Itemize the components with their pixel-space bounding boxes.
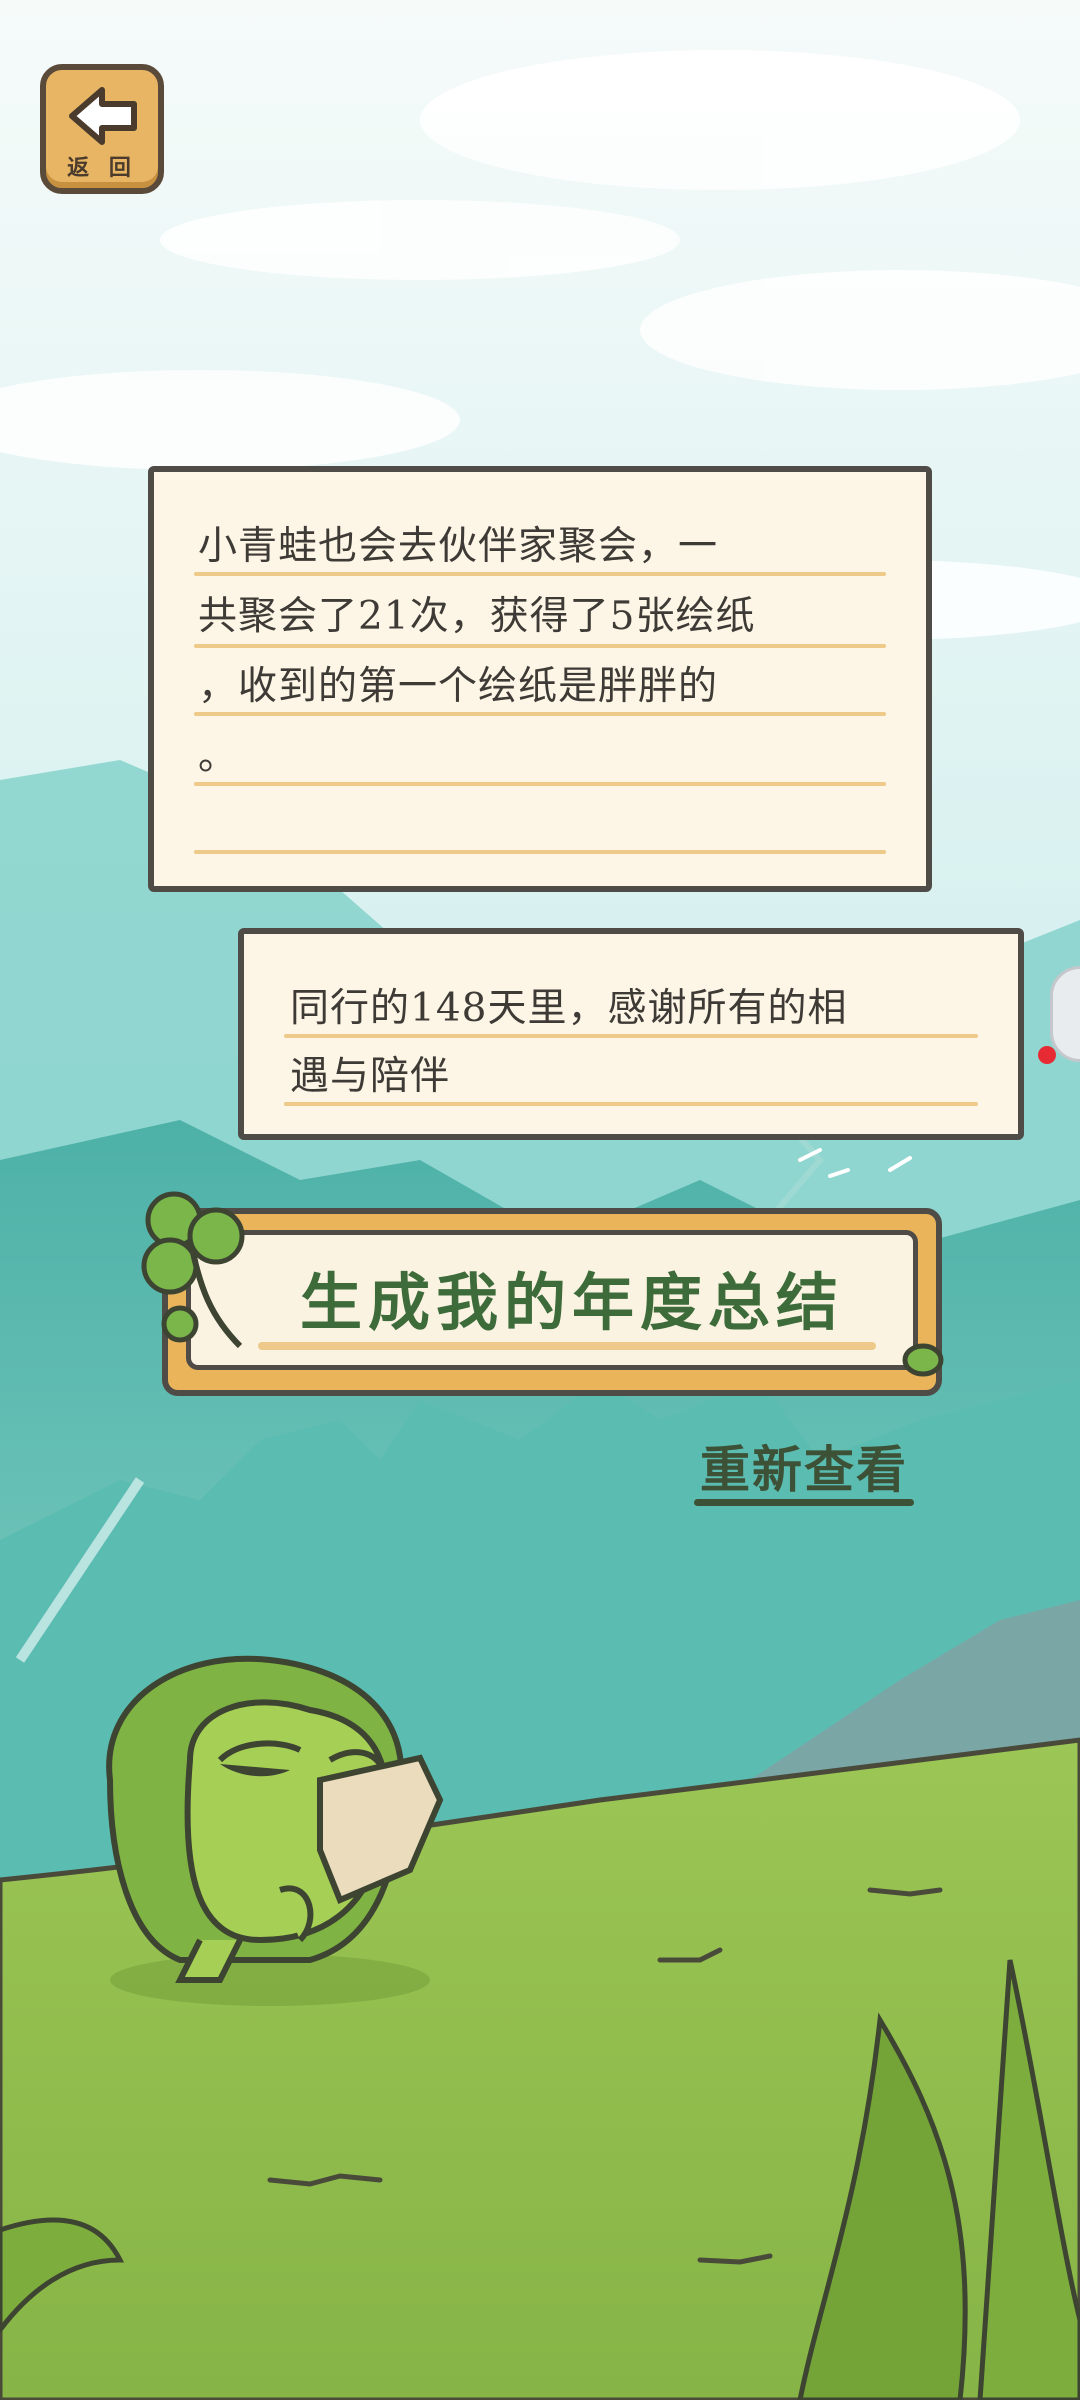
clover-icon (141, 1191, 245, 1349)
recheck-underline (694, 1499, 914, 1506)
thanks-line-2: 遇与陪伴 (290, 1054, 451, 1099)
generate-summary-label: 生成我的年度总结 (299, 1266, 844, 1339)
back-arrow-icon (69, 87, 137, 145)
back-button[interactable]: 返 回 (40, 64, 164, 194)
recheck-link[interactable]: 重新查看 (694, 1430, 914, 1506)
summary-line-4: 。 (198, 734, 239, 779)
frog-character (106, 1655, 444, 2006)
clover-leaf-icon (902, 1343, 944, 1377)
generate-summary-button[interactable]: 生成我的年度总结 (162, 1208, 942, 1396)
summary-line-1: 小青蛙也会去伙伴家聚会，一 (198, 524, 719, 569)
recheck-label: 重新查看 (700, 1441, 908, 1499)
thanks-card: 同行的148天里，感谢所有的相 遇与陪伴 (238, 928, 1024, 1140)
floating-assistant-button[interactable] (1050, 966, 1080, 1062)
summary-line-2: 共聚会了21次，获得了5张绘纸 (198, 594, 756, 639)
back-label: 返 回 (67, 156, 137, 181)
generate-summary-underline (258, 1342, 876, 1350)
summary-line-3: ，收到的第一个绘纸是胖胖的 (198, 664, 719, 709)
thanks-line-1: 同行的148天里，感谢所有的相 (290, 986, 848, 1031)
notification-dot (1038, 1046, 1056, 1064)
summary-card: 小青蛙也会去伙伴家聚会，一 共聚会了21次，获得了5张绘纸 ，收到的第一个绘纸是… (148, 466, 932, 892)
